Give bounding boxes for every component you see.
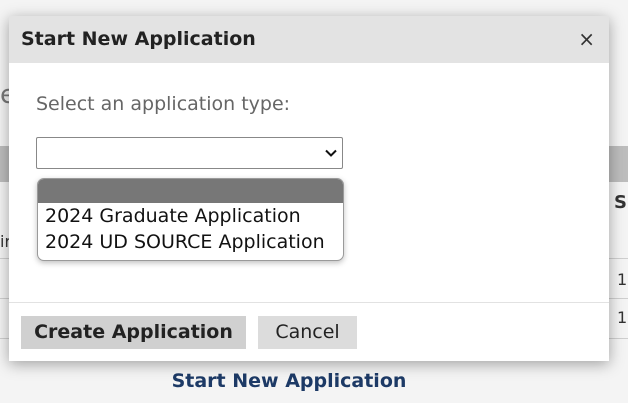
create-application-button[interactable]: Create Application — [21, 316, 246, 349]
background-column-fragment: S — [614, 192, 627, 213]
chevron-down-icon — [325, 149, 337, 157]
dropdown-option-blank[interactable] — [38, 179, 343, 203]
background-cell-number: 1 — [617, 270, 628, 289]
dialog-title: Start New Application — [21, 28, 256, 50]
cancel-button[interactable]: Cancel — [258, 316, 357, 349]
application-type-label: Select an application type: — [36, 93, 291, 115]
dropdown-option-graduate[interactable]: 2024 Graduate Application — [38, 203, 343, 229]
close-icon[interactable]: × — [578, 28, 595, 50]
dropdown-option-ud-source[interactable]: 2024 UD SOURCE Application — [38, 229, 343, 255]
start-new-application-link[interactable]: Start New Application — [0, 370, 578, 392]
dialog-footer-divider — [9, 302, 609, 303]
application-type-dropdown-list: 2024 Graduate Application 2024 UD SOURCE… — [37, 178, 344, 261]
start-application-dialog: Start New Application × Select an applic… — [9, 16, 609, 361]
background-cell-number: 1 — [617, 308, 628, 327]
application-type-select[interactable] — [36, 137, 343, 169]
dialog-header: Start New Application × — [9, 16, 609, 63]
